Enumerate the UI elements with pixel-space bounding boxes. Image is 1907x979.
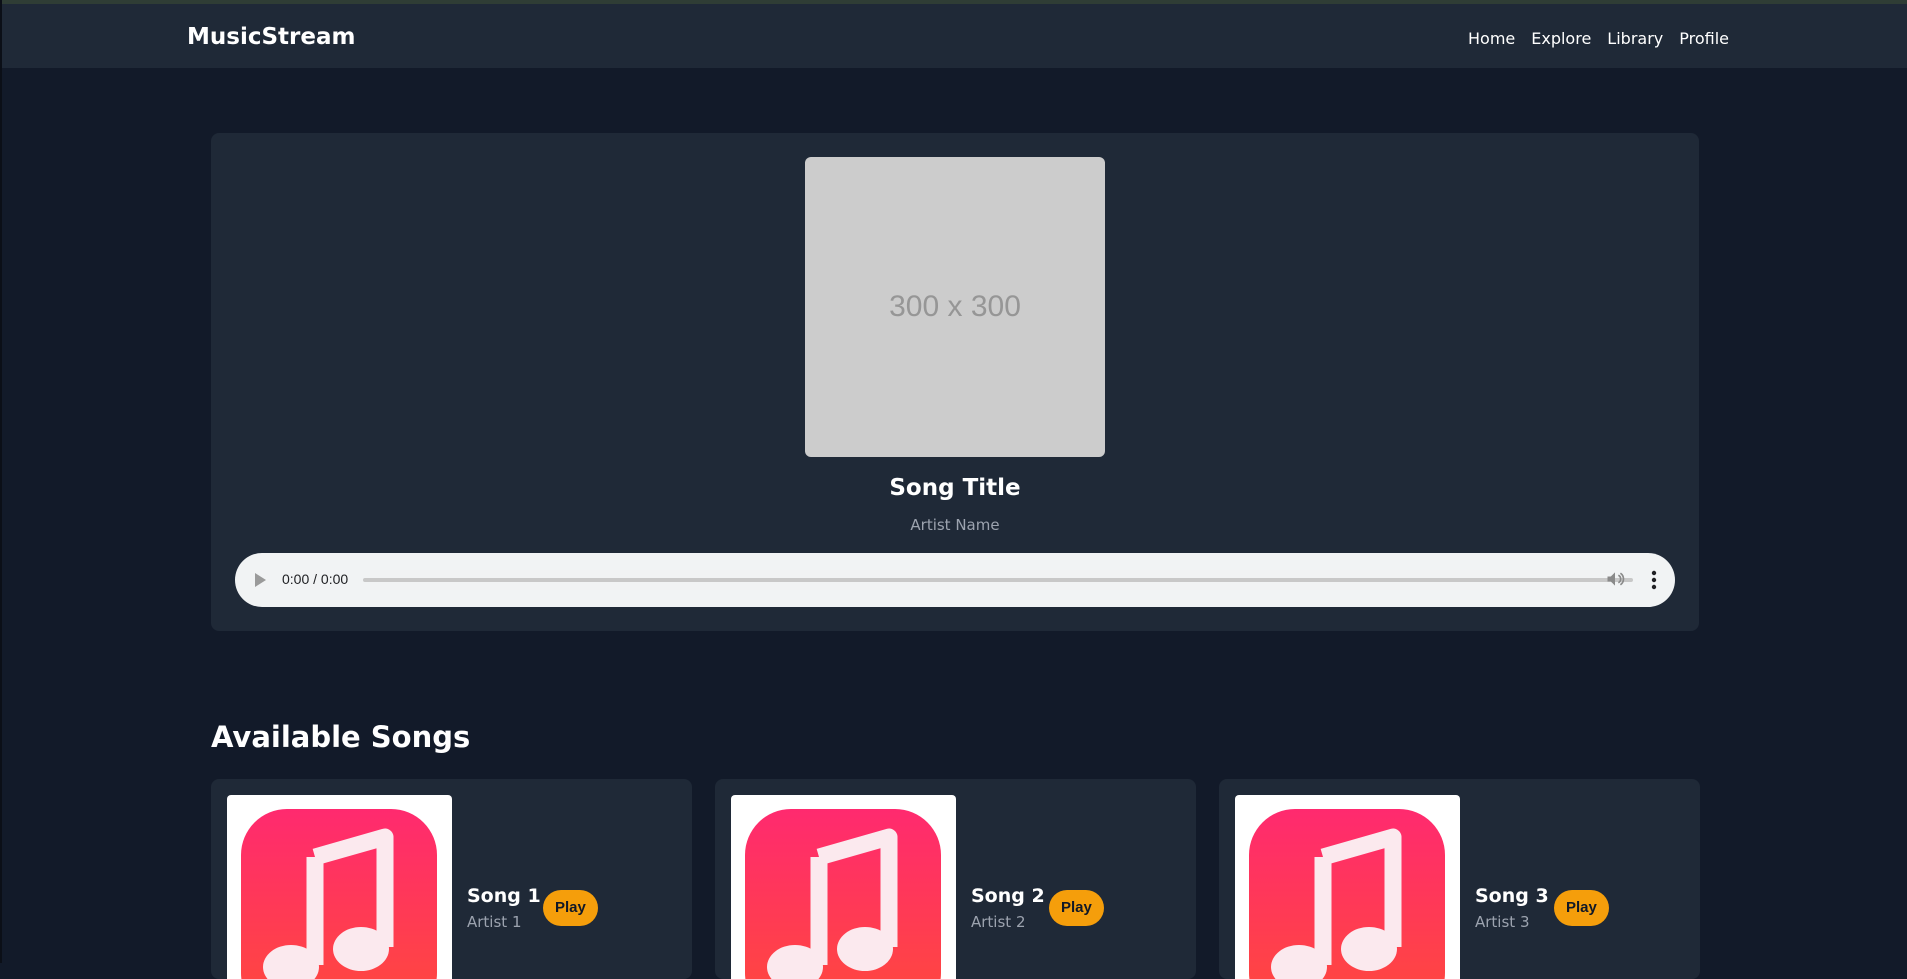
song-card: Song 1 Artist 1 Play: [211, 779, 692, 979]
nav-link-library[interactable]: Library: [1607, 29, 1663, 48]
cover-placeholder-text: 300 x 300: [889, 290, 1021, 323]
time-display: 0:00 / 0:00: [282, 571, 349, 587]
nav-link-explore[interactable]: Explore: [1531, 29, 1591, 48]
song-card: Song 2 Artist 2 Play: [715, 779, 1196, 979]
navbar: MusicStream Home Explore Library Profile: [2, 4, 1907, 68]
volume-icon[interactable]: [1605, 569, 1625, 589]
music-note-icon: [745, 809, 941, 979]
song-thumbnail: [1235, 795, 1460, 979]
music-note-icon: [241, 809, 437, 979]
progress-track[interactable]: [363, 578, 1633, 582]
song-card-artist: Artist 3: [1475, 913, 1530, 931]
audio-player: 0:00 / 0:00: [235, 553, 1675, 607]
song-thumbnail: [731, 795, 956, 979]
song-card-artist: Artist 2: [971, 913, 1026, 931]
more-vertical-icon[interactable]: [1651, 570, 1657, 590]
window-left-edge: [0, 0, 2, 963]
play-icon[interactable]: [255, 573, 266, 587]
now-playing-card: 300 x 300 Song Title Artist Name 0:00 / …: [211, 133, 1699, 631]
play-button[interactable]: Play: [543, 890, 598, 926]
nav-link-home[interactable]: Home: [1468, 29, 1515, 48]
song-card-title: Song 3: [1475, 885, 1549, 907]
song-thumbnail: [227, 795, 452, 979]
brand-logo[interactable]: MusicStream: [187, 24, 355, 50]
now-playing-title: Song Title: [889, 475, 1021, 501]
song-card-title: Song 2: [971, 885, 1045, 907]
music-note-icon: [1249, 809, 1445, 979]
song-card-artist: Artist 1: [467, 913, 522, 931]
available-songs-heading: Available Songs: [211, 720, 471, 754]
nav-link-profile[interactable]: Profile: [1679, 29, 1729, 48]
nav-links: Home Explore Library Profile: [1468, 29, 1729, 48]
now-playing-artist: Artist Name: [910, 516, 1000, 534]
play-button[interactable]: Play: [1049, 890, 1104, 926]
play-button[interactable]: Play: [1554, 890, 1609, 926]
album-cover-placeholder: 300 x 300: [805, 157, 1105, 457]
song-card-title: Song 1: [467, 885, 541, 907]
song-card: Song 3 Artist 3 Play: [1219, 779, 1700, 979]
